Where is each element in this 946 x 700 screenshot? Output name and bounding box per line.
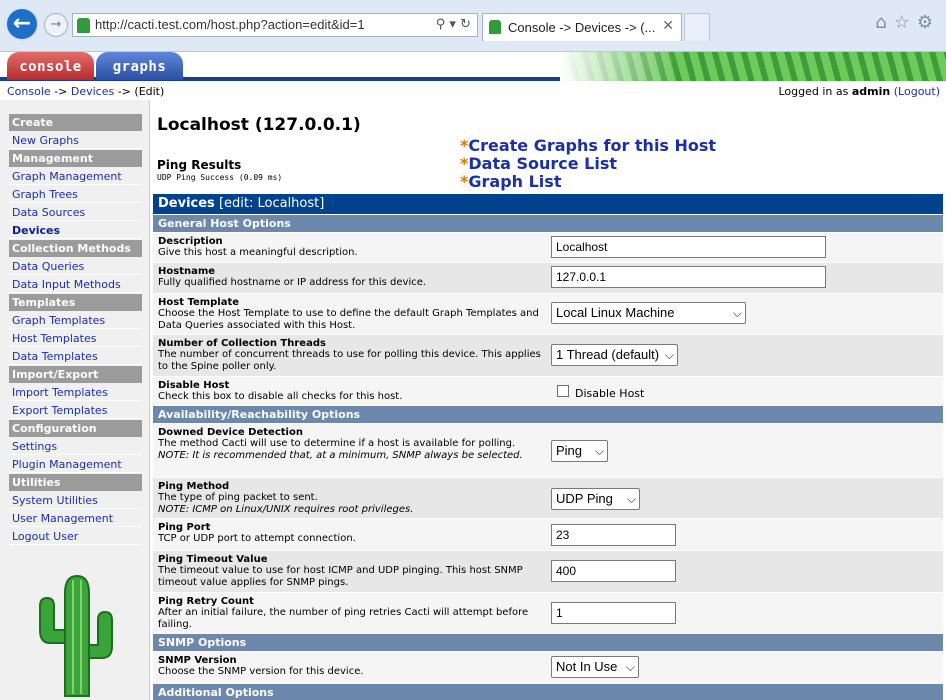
sidebar-item-graph-management[interactable]: Graph Management	[9, 168, 142, 185]
sidebar-item-logout-user[interactable]: Logout User	[9, 528, 142, 545]
snmp-version-select[interactable]: Not In Use ⌵	[551, 656, 639, 678]
description-input[interactable]: Localhost	[551, 236, 826, 258]
chevron-down-icon: ⌵	[732, 306, 742, 320]
menu-head-import-export: Import/Export	[9, 366, 142, 383]
ping-retry-input[interactable]: 1	[551, 602, 676, 624]
hostname-input[interactable]: 127.0.0.1	[551, 266, 826, 288]
sidebar-item-data-input-methods[interactable]: Data Input Methods	[9, 276, 142, 293]
ping-port-input[interactable]: 23	[551, 524, 676, 546]
sidebar-item-export-templates[interactable]: Export Templates	[9, 402, 142, 419]
group-general: General Host Options	[153, 215, 943, 232]
downed-detection-select[interactable]: Ping ⌵	[551, 440, 608, 462]
menu-head-management: Management	[9, 150, 142, 167]
sidebar-item-data-sources[interactable]: Data Sources	[9, 204, 142, 221]
sidebar-item-host-templates[interactable]: Host Templates	[9, 330, 142, 347]
disable-host-checkbox-label[interactable]: Disable Host	[575, 387, 644, 400]
chevron-down-icon: ⌵	[664, 348, 674, 362]
sidebar-item-new-graphs[interactable]: New Graphs	[9, 132, 142, 149]
menu-head-create: Create	[9, 114, 142, 131]
main-content: Localhost (127.0.0.1) Ping Results UDP P…	[152, 100, 946, 700]
link-data-source-list[interactable]: *Data Source List	[460, 154, 617, 173]
sidebar-item-system-utilities[interactable]: System Utilities	[9, 492, 142, 509]
breadcrumb-bar: Console -> Devices -> (Edit) Logged in a…	[0, 85, 946, 99]
row-threads: Number of Collection Threads The number …	[153, 335, 943, 376]
sidebar-item-devices[interactable]: Devices	[9, 222, 142, 239]
breadcrumb-current: -> (Edit)	[114, 85, 165, 98]
back-arrow-icon[interactable]: ←	[5, 7, 39, 41]
menu-head-utilities: Utilities	[9, 474, 142, 491]
tab-title[interactable]: Console -> Devices -> (...	[508, 20, 655, 35]
row-ping-port: Ping Port TCP or UDP port to attempt con…	[153, 519, 943, 550]
sidebar-item-graph-trees[interactable]: Graph Trees	[9, 186, 142, 203]
threads-select[interactable]: 1 Thread (default) ⌵	[551, 344, 678, 366]
sidebar-item-data-queries[interactable]: Data Queries	[9, 258, 142, 275]
cactus-logo-icon	[39, 574, 113, 697]
ping-timeout-input[interactable]: 400	[551, 560, 676, 582]
row-hostname: Hostname Fully qualified hostname or IP …	[153, 263, 943, 293]
tab-favicon-icon	[489, 20, 501, 34]
chevron-down-icon: ⌵	[625, 660, 635, 674]
group-additional: Additional Options	[153, 684, 943, 700]
new-tab-button[interactable]	[684, 13, 710, 41]
login-user: admin	[851, 85, 891, 98]
chevron-down-icon: ⌵	[626, 492, 636, 506]
menu-head-templates: Templates	[9, 294, 142, 311]
row-downed-detection: Downed Device Detection The method Cacti…	[153, 424, 943, 477]
sidebar-item-user-management[interactable]: User Management	[9, 510, 142, 527]
tab-close-icon[interactable]: ✕	[662, 18, 674, 34]
breadcrumb-devices[interactable]: Devices	[71, 85, 114, 98]
section-title: Devices [edit: Localhost]	[153, 194, 943, 214]
row-disable-host: Disable Host Check this box to disable a…	[153, 377, 943, 405]
cacti-favicon-icon	[77, 18, 90, 33]
link-graph-list[interactable]: *Graph List	[460, 172, 561, 191]
menu-head-configuration: Configuration	[9, 420, 142, 437]
sidebar-item-graph-templates[interactable]: Graph Templates	[9, 312, 142, 329]
disable-host-checkbox[interactable]	[557, 385, 569, 397]
browser-actions-icon[interactable]: ⌂☆⚙	[875, 12, 940, 33]
sidebar-item-data-templates[interactable]: Data Templates	[9, 348, 142, 365]
browser-toolbar: ← → http://cacti.test.com/host.php?actio…	[0, 0, 946, 52]
browser-tab[interactable]: Console -> Devices -> (... ✕	[482, 13, 682, 41]
cacti-header: console graphs	[0, 52, 946, 81]
group-snmp: SNMP Options	[153, 634, 943, 651]
row-ping-method: Ping Method The type of ping packet to s…	[153, 478, 943, 518]
chevron-down-icon: ⌵	[594, 444, 604, 458]
login-status: Logged in as admin (Logout)	[778, 85, 941, 98]
address-actions-icon[interactable]: ⚲ ▾ ↻	[436, 17, 471, 32]
row-snmp-version: SNMP Version Choose the SNMP version for…	[153, 652, 943, 683]
row-ping-retry: Ping Retry Count After an initial failur…	[153, 593, 943, 633]
row-host-template: Host Template Choose the Host Template t…	[153, 294, 943, 334]
ping-method-select[interactable]: UDP Ping ⌵	[551, 488, 640, 510]
page-title: Localhost (127.0.0.1)	[157, 115, 361, 135]
breadcrumb: Console -> Devices -> (Edit)	[7, 85, 165, 98]
sidebar-item-plugin-management[interactable]: Plugin Management	[9, 456, 142, 473]
sidebar-item-import-templates[interactable]: Import Templates	[9, 384, 142, 401]
forward-arrow-icon[interactable]: →	[44, 13, 68, 37]
tab-console[interactable]: console	[7, 52, 94, 80]
row-ping-timeout: Ping Timeout Value The timeout value to …	[153, 551, 943, 592]
tab-graphs[interactable]: graphs	[96, 52, 183, 80]
address-bar[interactable]: http://cacti.test.com/host.php?action=ed…	[72, 13, 478, 37]
breadcrumb-console[interactable]: Console	[7, 85, 51, 98]
host-template-select[interactable]: Local Linux Machine ⌵	[551, 302, 746, 324]
ping-results-text: UDP Ping Success (0.09 ms)	[157, 173, 283, 182]
address-text[interactable]: http://cacti.test.com/host.php?action=ed…	[95, 17, 365, 32]
logout-link[interactable]: (Logout)	[894, 85, 940, 98]
group-availability: Availability/Reachability Options	[153, 406, 943, 423]
menu-head-collection-methods: Collection Methods	[9, 240, 142, 257]
ping-results-label: Ping Results	[157, 158, 242, 172]
link-create-graphs[interactable]: *Create Graphs for this Host	[460, 136, 716, 155]
sidebar-menu: Create New Graphs Management Graph Manag…	[0, 100, 150, 700]
sidebar-item-settings[interactable]: Settings	[9, 438, 142, 455]
row-description: Description Give this host a meaningful …	[153, 233, 943, 262]
